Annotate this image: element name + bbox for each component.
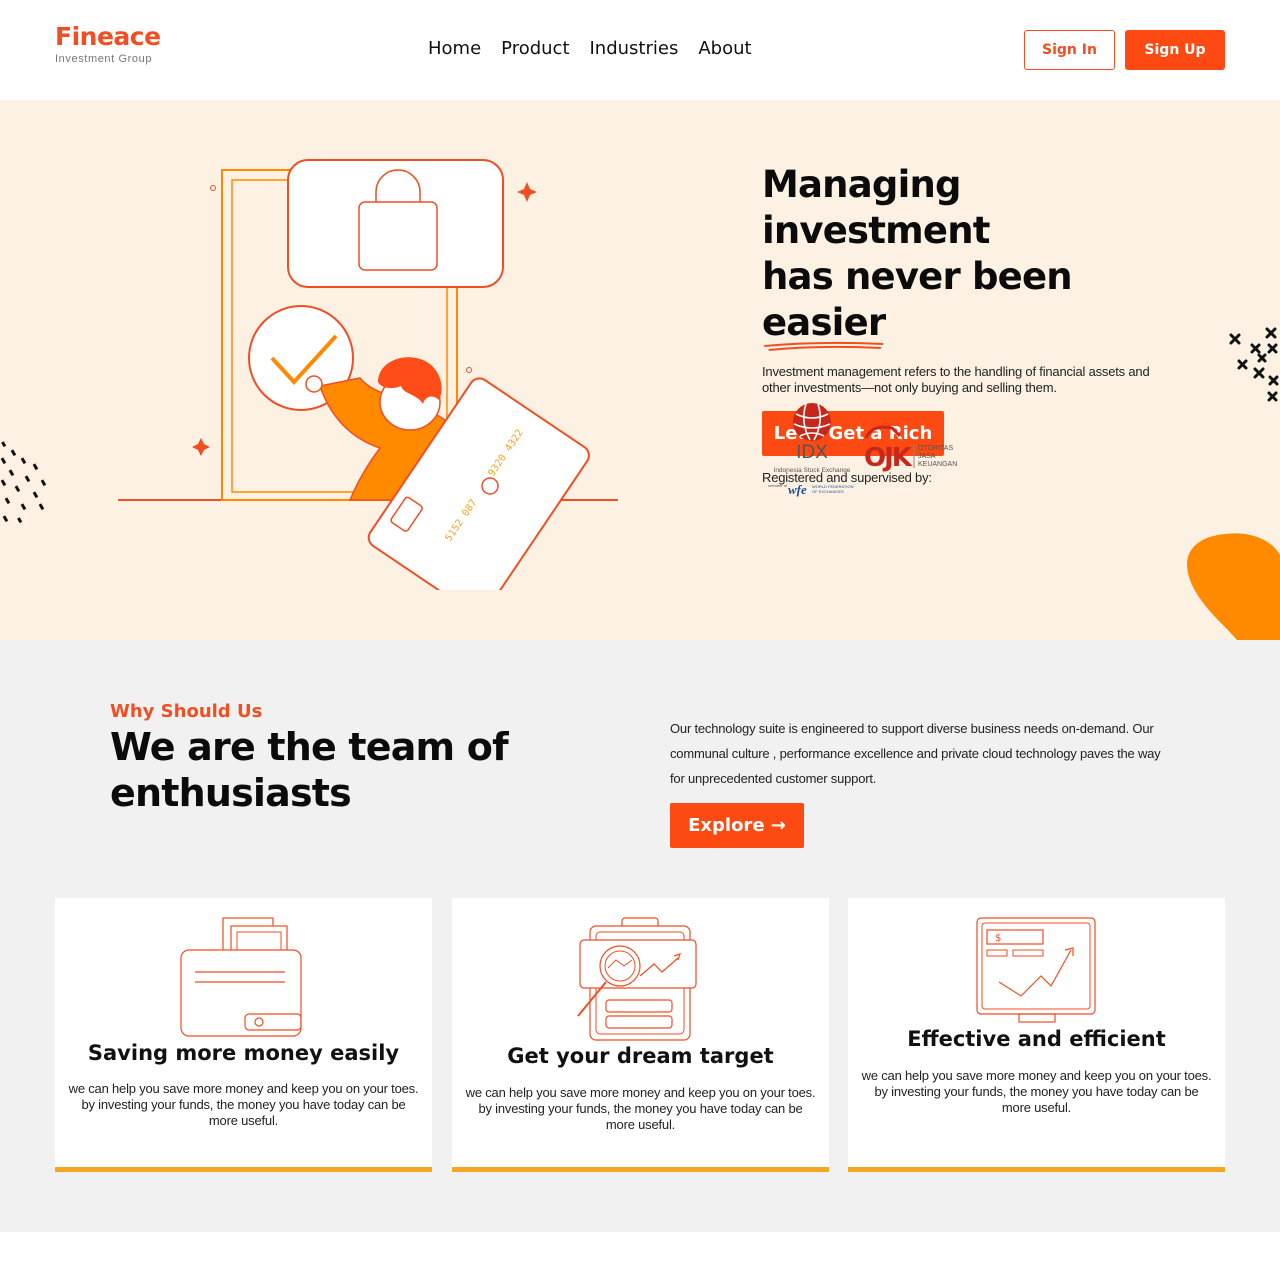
feature-card-effective: $ Effective and efficient we can help yo… — [848, 898, 1225, 1172]
site-header: Fineace Investment Group Home Product In… — [0, 0, 1280, 100]
nav-about[interactable]: About — [698, 38, 751, 59]
feature-card-target: Get your dream target we can help you sa… — [452, 898, 829, 1172]
decorative-crosses — [1229, 327, 1279, 402]
decorative-dots — [0, 441, 47, 524]
wfe-member: member of — [768, 483, 788, 488]
why-section: Why Should Us We are the team of enthusi… — [0, 640, 1280, 1232]
main-nav: Home Product Industries About — [428, 38, 752, 59]
card-desc-target: we can help you save more money and keep… — [465, 1085, 816, 1132]
why-description: Our technology suite is engineered to su… — [670, 721, 1161, 786]
partner-logos: IDX Indonesia Stock Exchange member of w… — [768, 403, 957, 497]
why-title: We are the team of enthusiasts — [110, 725, 509, 815]
ojk-name: OJK — [864, 443, 913, 473]
wfe-name: wfe — [788, 482, 807, 497]
wallet-icon — [179, 917, 302, 1037]
hero-description: Investment management refers to the hand… — [762, 364, 1150, 395]
target-analysis-icon — [576, 917, 697, 1041]
feature-card-saving: Saving more money easily we can help you… — [55, 898, 432, 1172]
explore-button[interactable]: Explore → — [670, 803, 804, 848]
nav-product[interactable]: Product — [501, 38, 569, 59]
sign-up-button[interactable]: Sign Up — [1125, 30, 1225, 70]
ojk-line2: JASA — [918, 453, 936, 460]
nav-industries[interactable]: Industries — [590, 38, 679, 59]
idx-sub: Indonesia Stock Exchange — [774, 467, 851, 474]
growth-monitor-icon: $ — [975, 917, 1096, 1023]
why-eyebrow: Why Should Us — [110, 701, 263, 722]
card-title-saving: Saving more money easily — [87, 1041, 400, 1065]
wfe-sub2: OF EXCHANGES — [812, 489, 844, 494]
hero-section: 5152 087 9320 4322 Managing investment h… — [0, 100, 1280, 640]
hero-title-line1: Managing investment — [762, 163, 990, 252]
logo-subtitle: Investment Group — [55, 53, 153, 65]
hero-title: Managing investment has never been easie… — [762, 162, 1182, 351]
highlight-word: easier — [762, 301, 886, 344]
underline-stroke — [764, 341, 884, 351]
logo[interactable]: Fineace Investment Group — [55, 22, 161, 65]
idx-name: IDX — [796, 442, 828, 463]
ojk-line1: OTORITAS — [918, 445, 953, 452]
hero-title-line2: has never been — [762, 255, 1073, 298]
hero-illustration: 5152 087 9320 4322 — [118, 159, 618, 590]
sign-in-button[interactable]: Sign In — [1024, 30, 1115, 70]
card-desc-effective: we can help you save more money and keep… — [861, 1068, 1212, 1115]
decorative-blob — [1187, 533, 1280, 640]
card-title-target: Get your dream target — [507, 1044, 774, 1068]
ojk-logo: OJK OTORITAS JASA KEUANGAN — [864, 425, 957, 473]
hero-title-highlight: easier — [762, 300, 886, 351]
logo-name: Fineace — [55, 22, 161, 51]
ojk-line3: KEUANGAN — [918, 461, 957, 468]
card-title-effective: Effective and efficient — [907, 1027, 1166, 1051]
idx-logo: IDX Indonesia Stock Exchange member of w… — [768, 403, 854, 497]
svg-text:$: $ — [995, 933, 1001, 944]
nav-home[interactable]: Home — [428, 38, 481, 59]
card-desc-saving: we can help you save more money and keep… — [68, 1081, 419, 1128]
